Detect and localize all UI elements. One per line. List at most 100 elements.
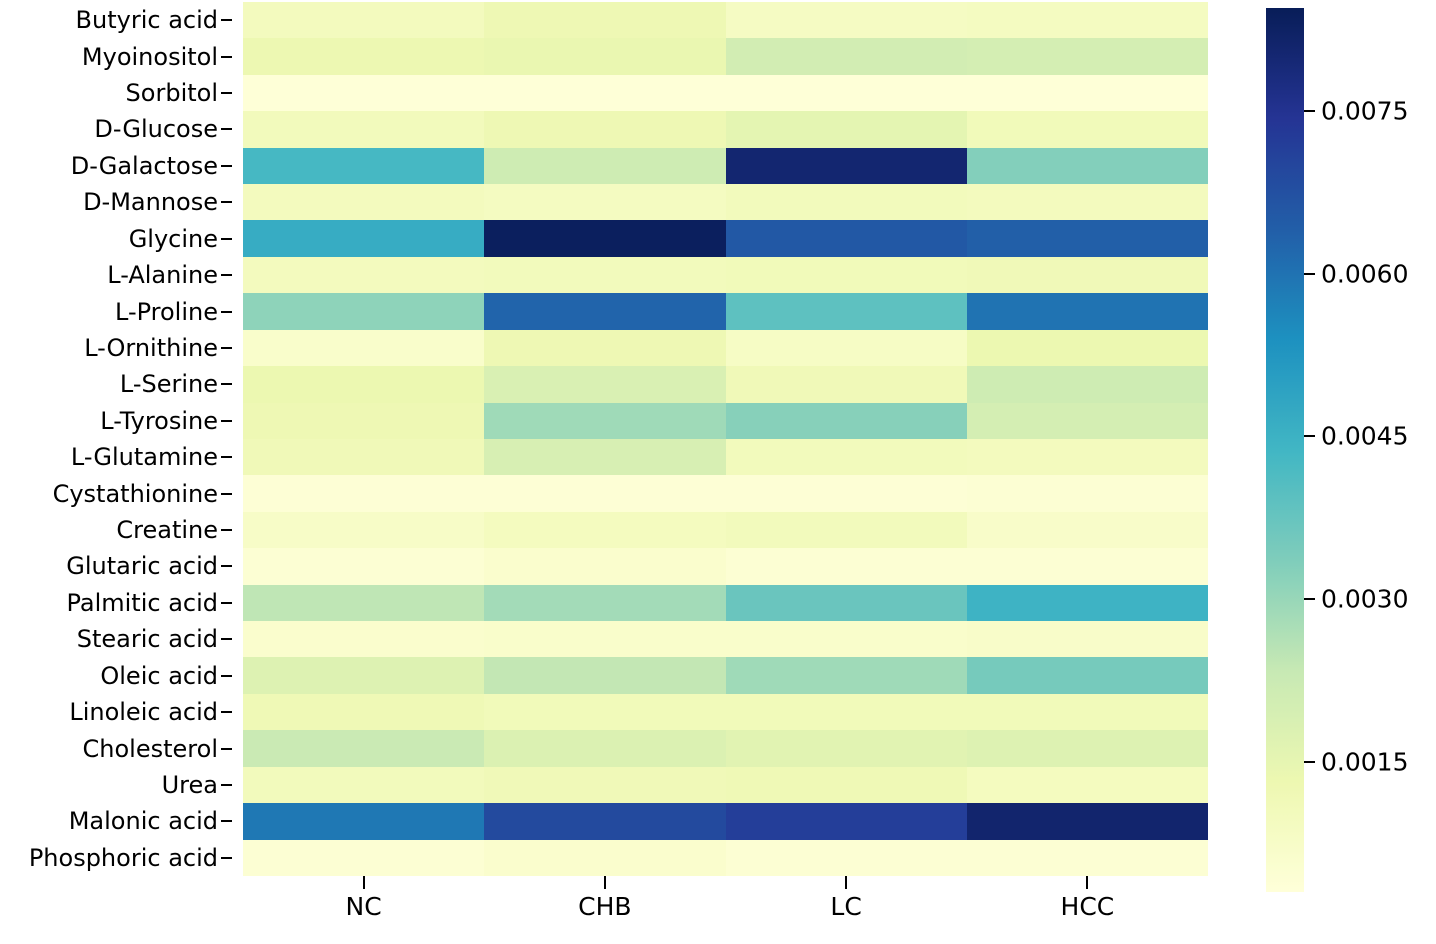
colorbar-tick-label: 0.0075 bbox=[1321, 96, 1409, 126]
heatmap-cell bbox=[243, 220, 485, 257]
heatmap-cell bbox=[484, 803, 726, 840]
colorbar-tick-label: 0.0030 bbox=[1321, 584, 1409, 614]
heatmap-cell bbox=[725, 184, 967, 221]
heatmap-cell bbox=[966, 38, 1208, 75]
heatmap-cell bbox=[966, 2, 1208, 39]
heatmap-cell bbox=[243, 839, 485, 876]
y-axis-tick bbox=[221, 492, 232, 495]
heatmap-cell bbox=[725, 803, 967, 840]
heatmap-cell bbox=[484, 220, 726, 257]
colorbar-tick bbox=[1304, 110, 1315, 113]
heatmap-cell bbox=[966, 184, 1208, 221]
y-axis-label: Urea bbox=[161, 770, 218, 799]
heatmap-cell bbox=[484, 657, 726, 694]
heatmap-cell bbox=[725, 293, 967, 330]
y-axis-label: D-Mannose bbox=[83, 188, 218, 217]
y-axis-label: L-Alanine bbox=[107, 261, 218, 290]
heatmap-cell bbox=[966, 548, 1208, 585]
y-axis-tick bbox=[221, 674, 232, 677]
x-axis-tick bbox=[603, 876, 606, 889]
heatmap-cell bbox=[484, 584, 726, 622]
x-axis-labels: NC CHB LC HCC bbox=[243, 876, 1208, 944]
y-axis-tick bbox=[221, 310, 232, 313]
y-axis-tick bbox=[221, 237, 232, 240]
y-axis-tick bbox=[221, 456, 232, 459]
heatmap-cell bbox=[725, 220, 967, 257]
y-axis-label: Creatine bbox=[116, 516, 218, 545]
heatmap-cell bbox=[484, 475, 726, 512]
y-axis-label: Glutaric acid bbox=[66, 552, 218, 581]
heatmap-cell bbox=[725, 147, 967, 185]
heatmap-cell bbox=[484, 293, 726, 330]
y-axis-label: Phosphoric acid bbox=[28, 843, 218, 872]
y-axis-tick bbox=[221, 783, 232, 786]
heatmap-cell bbox=[966, 402, 1208, 439]
colorbar-tick-labels: 0.0075 0.0060 0.0045 0.0030 0.0015 bbox=[1304, 8, 1436, 892]
heatmap-cell bbox=[243, 621, 485, 658]
heatmap-cell bbox=[725, 366, 967, 403]
colorbar bbox=[1266, 8, 1304, 892]
y-axis-label: Palmitic acid bbox=[66, 588, 218, 617]
heatmap-cell bbox=[243, 366, 485, 403]
heatmap-cell bbox=[243, 766, 485, 804]
heatmap-cell bbox=[725, 621, 967, 658]
heatmap-cell bbox=[243, 803, 485, 840]
heatmap-cell bbox=[966, 329, 1208, 367]
heatmap-cell bbox=[725, 38, 967, 75]
y-axis-label: D-Galactose bbox=[70, 151, 218, 180]
heatmap-cell bbox=[966, 657, 1208, 694]
heatmap-cell bbox=[243, 548, 485, 585]
heatmap-cell bbox=[243, 438, 485, 476]
colorbar-tick bbox=[1304, 598, 1315, 601]
heatmap-cell bbox=[966, 584, 1208, 622]
heatmap-cell bbox=[243, 293, 485, 330]
heatmap-cell bbox=[243, 38, 485, 75]
y-axis-label: Sorbitol bbox=[125, 79, 218, 108]
heatmap-cell bbox=[725, 74, 967, 112]
x-axis-label: NC bbox=[345, 892, 382, 921]
heatmap-cell bbox=[725, 511, 967, 549]
heatmap-cell bbox=[243, 584, 485, 622]
heatmap-cell bbox=[966, 220, 1208, 257]
y-axis-tick bbox=[221, 820, 232, 823]
colorbar-tick bbox=[1304, 435, 1315, 438]
x-axis-label: HCC bbox=[1060, 892, 1115, 921]
y-axis-tick bbox=[221, 19, 232, 22]
heatmap-cell bbox=[484, 111, 726, 148]
heatmap-cell bbox=[484, 511, 726, 549]
y-axis-tick bbox=[221, 638, 232, 641]
y-axis-tick bbox=[221, 601, 232, 604]
heatmap-cell bbox=[243, 2, 485, 39]
heatmap-cell bbox=[243, 511, 485, 549]
heatmap-cell bbox=[725, 475, 967, 512]
heatmap-cell bbox=[725, 256, 967, 294]
heatmap-cell bbox=[725, 584, 967, 622]
y-axis-tick bbox=[221, 274, 232, 277]
y-axis-label: L-Ornithine bbox=[84, 333, 218, 362]
heatmap-cell bbox=[725, 548, 967, 585]
y-axis-label: Cholesterol bbox=[82, 734, 218, 763]
heatmap-cell bbox=[725, 111, 967, 148]
heatmap-cell bbox=[966, 730, 1208, 767]
heatmap-cell bbox=[243, 256, 485, 294]
y-axis-label: L-Tyrosine bbox=[100, 406, 218, 435]
y-axis-tick bbox=[221, 383, 232, 386]
y-axis-labels: Butyric acid Myoinositol Sorbitol D-Glucose… bbox=[0, 2, 232, 876]
heatmap-cell bbox=[484, 839, 726, 876]
heatmap-cell bbox=[966, 766, 1208, 804]
y-axis-tick bbox=[221, 747, 232, 750]
heatmap-cell bbox=[484, 184, 726, 221]
x-axis-label: CHB bbox=[578, 892, 632, 921]
heatmap-cell bbox=[966, 839, 1208, 876]
y-axis-label: Glycine bbox=[128, 224, 218, 253]
heatmap-cell bbox=[966, 693, 1208, 731]
y-axis-label: Stearic acid bbox=[76, 625, 218, 654]
heatmap-cell bbox=[484, 329, 726, 367]
heatmap-cell bbox=[243, 657, 485, 694]
y-axis-tick bbox=[221, 128, 232, 131]
colorbar-gradient bbox=[1266, 8, 1304, 892]
heatmap-cell bbox=[725, 438, 967, 476]
colorbar-tick-label: 0.0045 bbox=[1321, 421, 1409, 451]
heatmap-cell bbox=[966, 111, 1208, 148]
heatmap-cell bbox=[725, 693, 967, 731]
